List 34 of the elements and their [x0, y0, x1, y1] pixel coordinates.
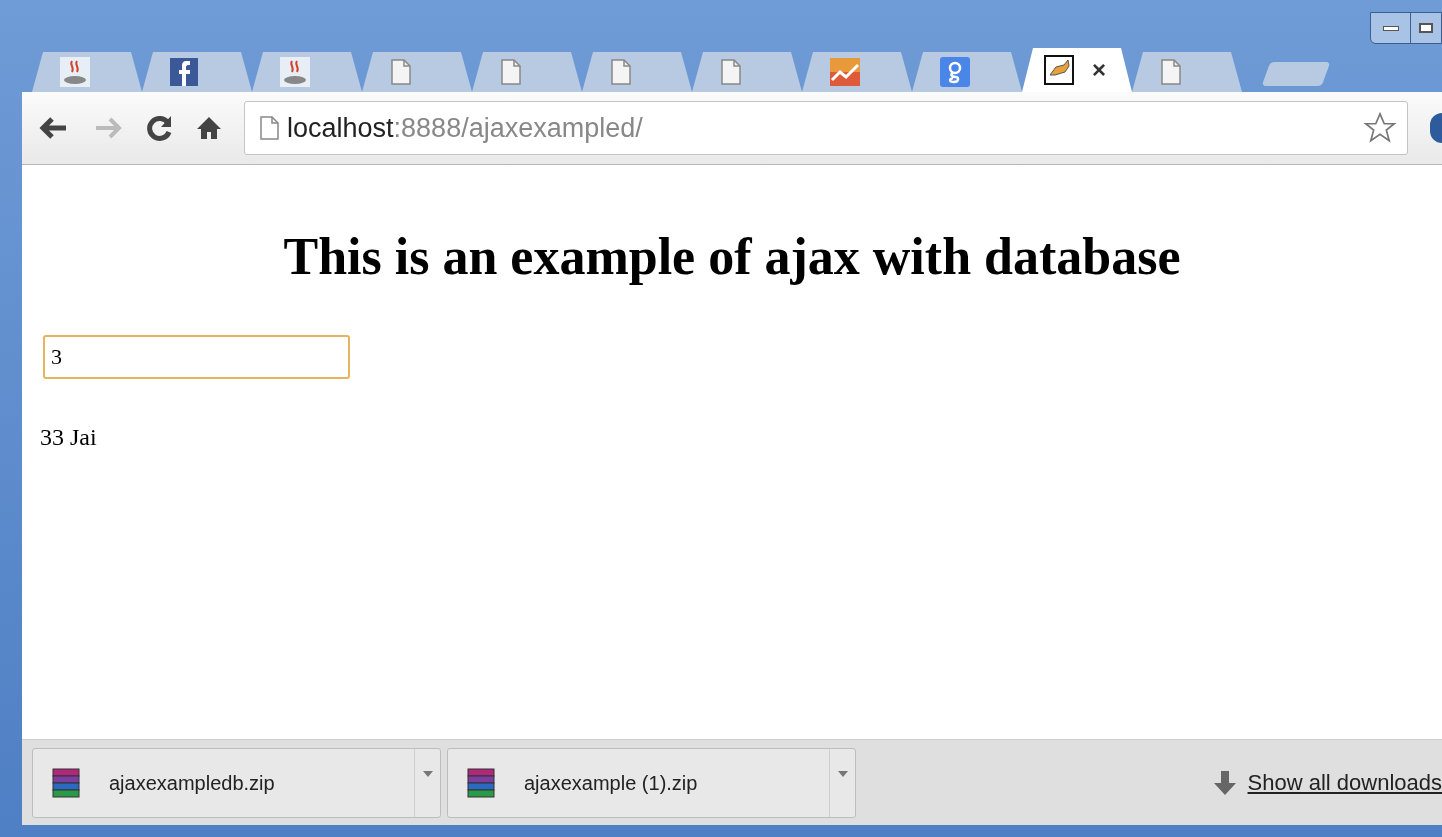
page-icon: [500, 59, 522, 85]
browser-tab[interactable]: ×: [1022, 48, 1132, 92]
minimize-button[interactable]: [1371, 13, 1411, 43]
archive-icon: [51, 766, 81, 799]
caret-icon: [422, 770, 433, 777]
download-filename: ajaxexampledb.zip: [109, 770, 276, 796]
coffee-cup-icon: [280, 57, 310, 87]
home-icon[interactable]: [196, 115, 222, 141]
address-bar[interactable]: localhost:8888/ajaxexampled/: [244, 101, 1408, 155]
url-host: localhost: [287, 114, 394, 142]
input-field[interactable]: 3: [43, 335, 350, 379]
facebook-icon: [170, 58, 198, 86]
google-icon: [940, 57, 970, 87]
result-text: 33 Jai: [40, 423, 98, 452]
page-heading: This is an example of ajax with database: [282, 231, 1182, 283]
download-filename: ajaxexample (1).zip: [524, 770, 699, 796]
download-arrow-icon: [1213, 770, 1236, 795]
page-icon: [390, 59, 412, 85]
download-item[interactable]: ajaxexample (1).zip: [447, 747, 856, 818]
chart-icon: [830, 58, 860, 86]
show-all-downloads-link[interactable]: Show all downloads: [1213, 766, 1442, 799]
url-path: :8888/ajaxexampled/: [393, 114, 643, 142]
page-icon: [610, 59, 632, 85]
download-item[interactable]: ajaxexampledb.zip: [32, 747, 441, 818]
page-icon: [259, 116, 279, 140]
close-tab-icon[interactable]: ×: [1092, 58, 1106, 82]
archive-icon: [466, 766, 496, 799]
page-icon: [720, 59, 742, 85]
star-icon[interactable]: [1363, 111, 1397, 145]
page-icon: [1160, 59, 1182, 85]
caret-icon: [837, 770, 848, 777]
coffee-cup-icon: [60, 57, 90, 87]
restore-button[interactable]: [1411, 13, 1441, 43]
reload-icon[interactable]: [146, 114, 174, 142]
